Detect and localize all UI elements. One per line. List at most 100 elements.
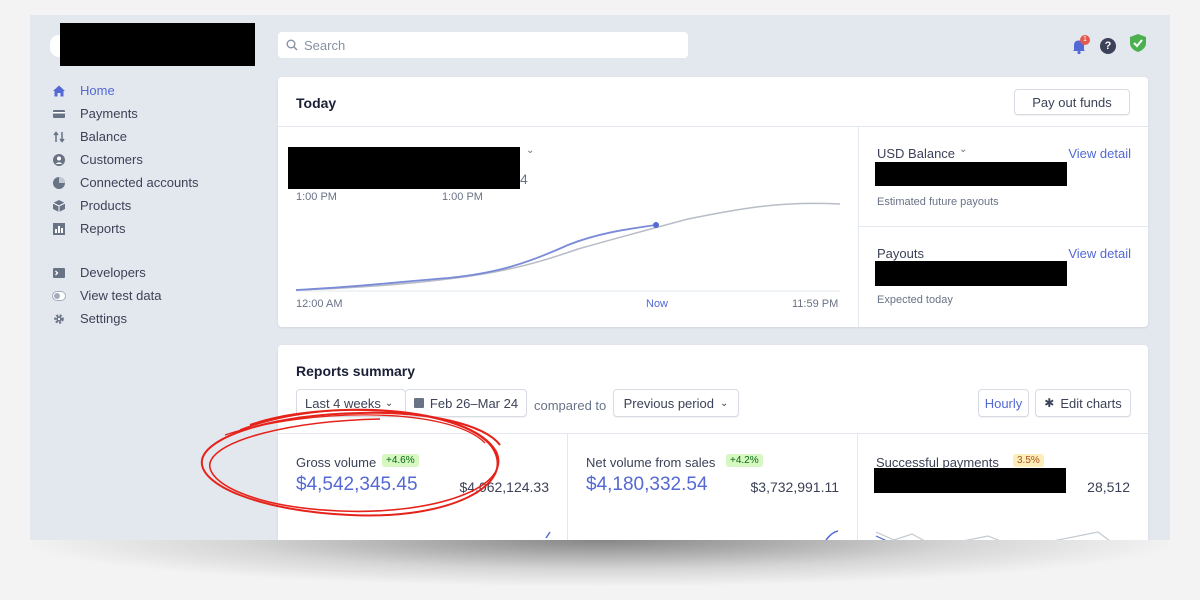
today-card: Today Pay out funds ⌄ 4 1:00 PM 1:00 PM … xyxy=(278,77,1149,327)
date-range-preset-button[interactable]: Last 4 weeks ⌄ xyxy=(296,389,406,417)
metric-previous-value: $3,732,991.11 xyxy=(750,479,840,495)
search-icon xyxy=(286,39,298,51)
sidebar-item-label: Reports xyxy=(80,221,126,236)
sidebar-item-settings[interactable]: Settings xyxy=(52,307,199,330)
date-range-label: Feb 26–Mar 24 xyxy=(429,395,519,411)
window-shadow xyxy=(30,540,1170,586)
calendar-icon xyxy=(413,398,424,408)
sidebar-item-label: Connected accounts xyxy=(80,175,199,190)
pay-out-funds-button[interactable]: Pay out funds xyxy=(1014,89,1130,115)
top-bar-icons: 1 ? xyxy=(1070,33,1148,58)
payments-icon xyxy=(52,107,66,121)
today-line-chart xyxy=(295,202,841,292)
sidebar-item-balance[interactable]: Balance xyxy=(52,125,199,148)
terminal-icon xyxy=(52,266,66,280)
sidebar-item-developers[interactable]: Developers xyxy=(52,261,199,284)
reports-icon xyxy=(52,222,66,236)
gross-volume-metric[interactable]: Gross volume +4.6% $4,542,345.45 $4,062,… xyxy=(278,434,568,540)
now-point xyxy=(653,222,659,228)
sidebar-item-label: View test data xyxy=(80,288,162,303)
edit-charts-button[interactable]: ✱ Edit charts xyxy=(1035,389,1131,417)
balance-icon xyxy=(52,130,66,144)
compared-to-label: compared to xyxy=(534,398,607,413)
axis-end-label: 11:59 PM xyxy=(792,298,839,310)
successful-payments-sparkline xyxy=(875,531,1110,540)
chevron-down-icon: ⌄ xyxy=(384,397,394,409)
redacted-payments-value xyxy=(874,468,1066,493)
payouts-view-detail-link[interactable]: View detail xyxy=(1068,246,1131,261)
search-input[interactable]: Search xyxy=(278,32,688,58)
metric-change-badge: +4.2% xyxy=(726,454,763,467)
sidebar-item-connected-accounts[interactable]: Connected accounts xyxy=(52,171,199,194)
toggle-icon[interactable] xyxy=(52,289,66,303)
redacted-payouts xyxy=(875,261,1067,286)
today-card-header: Today Pay out funds xyxy=(278,77,1148,127)
metric-value: $4,542,345.45 xyxy=(296,474,418,495)
today-side-panel: USD Balance ⌄ View detail Estimated futu… xyxy=(858,127,1149,327)
sidebar-item-label: Products xyxy=(80,198,132,213)
metrics-row: Gross volume +4.6% $4,542,345.45 $4,062,… xyxy=(278,433,1148,540)
sidebar-item-label: Settings xyxy=(80,311,127,326)
metric-previous-value: 28,512 xyxy=(1087,479,1130,495)
sidebar-item-label: Customers xyxy=(80,152,143,167)
reports-summary-title: Reports summary xyxy=(296,363,416,379)
customers-icon xyxy=(52,153,66,167)
sidebar-item-label: Developers xyxy=(80,265,146,280)
home-icon xyxy=(52,84,66,98)
sidebar-item-customers[interactable]: Customers xyxy=(52,148,199,171)
sidebar-item-products[interactable]: Products xyxy=(52,194,199,217)
today-line xyxy=(295,224,657,291)
usd-balance-view-detail-link[interactable]: View detail xyxy=(1068,146,1131,161)
sidebar-item-label: Balance xyxy=(80,129,127,144)
sidebar-nav: Home Payments Balance Customers Connecte… xyxy=(52,79,199,330)
sidebar-item-label: Payments xyxy=(80,106,138,121)
sidebar-item-label: Home xyxy=(80,83,115,98)
metric-value: $4,180,332.54 xyxy=(586,474,708,495)
connected-accounts-icon xyxy=(52,176,66,190)
redacted-usd-balance xyxy=(875,162,1067,186)
sidebar-item-reports[interactable]: Reports xyxy=(52,217,199,240)
usd-balance-caption: Estimated future payouts xyxy=(877,196,999,208)
gear-icon xyxy=(52,312,66,326)
chevron-down-icon[interactable]: ⌄ xyxy=(959,144,967,155)
net-volume-sparkline xyxy=(825,530,839,540)
comparison-period-label: Previous period xyxy=(623,395,714,411)
help-icon[interactable]: ? xyxy=(1100,37,1116,54)
dashboard-window: Home Payments Balance Customers Connecte… xyxy=(30,15,1170,540)
search-placeholder: Search xyxy=(304,37,346,53)
metric-change-badge: 3.5% xyxy=(1013,454,1044,467)
previous-period-line xyxy=(295,202,841,291)
successful-payments-metric[interactable]: Successful payments 3.5% 28,512 xyxy=(858,434,1148,540)
payouts-caption: Expected today xyxy=(877,294,953,306)
date-range-button[interactable]: Feb 26–Mar 24 xyxy=(405,389,527,417)
chevron-down-icon: ⌄ xyxy=(719,397,729,409)
date-range-preset-label: Last 4 weeks xyxy=(305,395,381,411)
axis-start-label: 12:00 AM xyxy=(296,298,343,310)
notifications-bell-icon[interactable]: 1 xyxy=(1070,34,1090,55)
account-shield-icon[interactable] xyxy=(1128,33,1148,58)
metric-change-badge: +4.6% xyxy=(382,454,419,467)
sidebar-item-payments[interactable]: Payments xyxy=(52,102,199,125)
metric-label: Gross volume xyxy=(296,455,377,470)
metric-previous-value: $4,062,124.33 xyxy=(459,479,549,495)
edit-charts-label: Edit charts xyxy=(1060,395,1122,411)
usd-balance-section: USD Balance ⌄ View detail Estimated futu… xyxy=(859,127,1149,227)
axis-now-label: Now xyxy=(646,298,669,310)
sidebar-item-view-test-data[interactable]: View test data xyxy=(52,284,199,307)
payouts-label: Payouts xyxy=(877,246,924,261)
today-title: Today xyxy=(296,95,337,111)
payouts-section: Payouts View detail Expected today xyxy=(859,227,1149,327)
comparison-period-button[interactable]: Previous period ⌄ xyxy=(613,389,739,417)
notifications-count-badge: 1 xyxy=(1080,34,1090,45)
gross-volume-sparkline xyxy=(545,531,551,539)
products-icon xyxy=(52,199,66,213)
redacted-account-name xyxy=(60,23,255,66)
hourly-button[interactable]: Hourly xyxy=(978,389,1029,417)
today-chart-area: ⌄ 4 1:00 PM 1:00 PM 12:00 AM Now 11:59 P… xyxy=(278,127,858,327)
sidebar-item-home[interactable]: Home xyxy=(52,79,199,102)
net-volume-metric[interactable]: Net volume from sales +4.2% $4,180,332.5… xyxy=(568,434,858,540)
gear-icon: ✱ xyxy=(1044,396,1055,410)
usd-balance-label[interactable]: USD Balance xyxy=(877,146,955,161)
metric-label: Net volume from sales xyxy=(586,455,716,470)
reports-summary-card: Reports summary Last 4 weeks ⌄ Feb 26–Ma… xyxy=(278,345,1148,540)
